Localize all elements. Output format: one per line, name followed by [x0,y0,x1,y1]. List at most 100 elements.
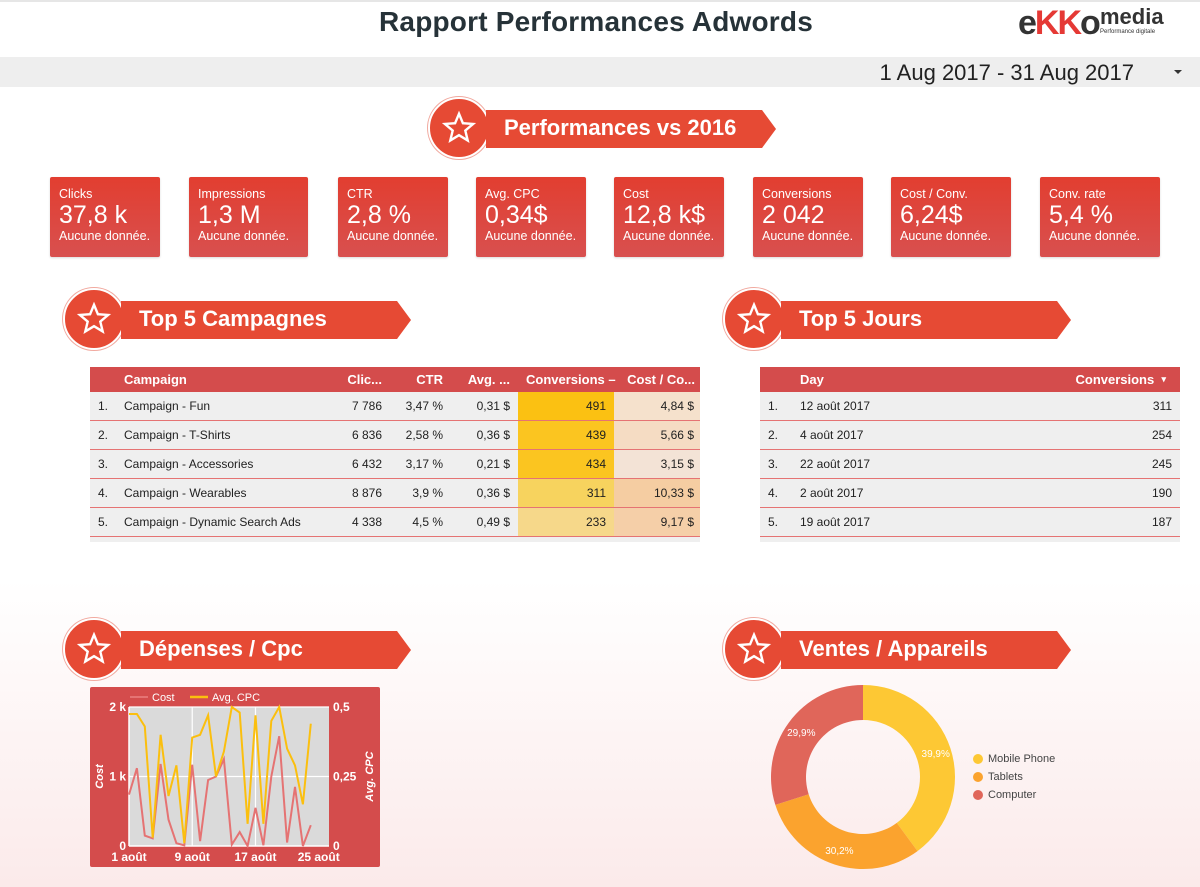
column-header-campaign[interactable]: Campaign [124,367,187,392]
kpi-card-impressions: Impressions 1,3 M Aucune donnée. [189,177,308,257]
ctr-value: 3,9 % [412,486,443,500]
y-tick-right: 0,25 [333,770,357,784]
kpi-card-ctr: CTR 2,8 % Aucune donnée. [338,177,448,257]
column-header-ctr[interactable]: CTR [390,367,443,392]
ctr-value: 2,58 % [405,428,443,442]
cost-per-conv-value: 4,84 $ [614,392,700,420]
kpi-comparison: Aucune donnée. [623,229,715,243]
section-banner-spend-cpc: Dépenses / Cpc [63,618,413,682]
table-row[interactable]: 3. 22 août 2017 245 [760,450,1180,479]
kpi-comparison: Aucune donnée. [762,229,854,243]
conversions-value: 254 [1151,428,1172,442]
dropdown-caret-icon[interactable] [1174,70,1182,74]
kpi-card-cost: Cost 12,8 k$ Aucune donnée. [614,177,724,257]
row-rank: 2. [98,428,109,442]
column-header-day[interactable]: Day [800,367,824,392]
devices-donut-chart: 39,9% 30,2% 29,9% [765,680,965,880]
star-icon [63,618,125,680]
conversions-value: 491 [518,392,614,420]
conversions-value: 439 [518,421,614,449]
day-value: 12 août 2017 [800,399,871,413]
donut-slice-mobile-phone[interactable] [863,685,955,852]
legend-item[interactable]: Computer [973,786,1055,804]
table-row[interactable]: 5. Campaign - Dynamic Search Ads 4 338 4,5 … [90,508,700,537]
avg-cpc-value: 0,49 $ [476,515,510,529]
table-footer [760,537,1180,542]
spend-cpc-chart: Cost Avg. CPC 0 1 k2 k 0 0,25 0,5 1 août 9 août 1… [90,687,380,867]
row-rank: 2. [768,428,779,442]
x-tick: 9 août [175,850,210,864]
kpi-value: 37,8 k [59,201,128,229]
conversions-value: 187 [1151,515,1172,529]
cost-per-conv-value: 10,33 $ [614,479,700,507]
clicks-value: 7 786 [351,399,382,413]
table-row[interactable]: 1. Campaign - Fun 7 786 3,47 % 0,31 $ 491 4,84… [90,392,700,421]
table-row[interactable]: 2. 4 août 2017 254 [760,421,1180,450]
kpi-comparison: Aucune donnée. [347,229,439,243]
kpi-value: 2 042 [762,201,825,229]
column-header-conversions[interactable]: Conversions ▾ [1060,367,1166,392]
kpi-comparison: Aucune donnée. [198,229,290,243]
column-header-conversions[interactable]: Conversions – [526,367,616,392]
campaign-name: Campaign - Fun [124,399,211,413]
table-row[interactable]: 4. 2 août 2017 190 [760,479,1180,508]
donut-slice-tablets[interactable] [775,794,918,869]
donut-slice-computer[interactable] [771,685,863,805]
row-rank: 4. [768,486,779,500]
table-row[interactable]: 3. Campaign - Accessories 6 432 3,17 % 0,21 … [90,450,700,479]
kpi-comparison: Aucune donnée. [485,229,577,243]
slice-label: 29,9% [787,728,815,739]
legend-label-cost: Cost [152,692,175,704]
page-title: Rapport Performances Adwords [379,6,813,37]
section-title: Performances vs 2016 [504,115,737,140]
day-value: 19 août 2017 [800,515,871,529]
legend-label-avg-cpc: Avg. CPC [212,692,260,704]
legend-label: Tablets [988,771,1023,783]
slice-label: 30,2% [825,846,853,857]
section-banner-sales-devices: Ventes / Appareils [723,618,1073,682]
table-footer [90,537,700,542]
row-rank: 1. [98,399,109,413]
campaign-name: Campaign - Wearables [124,486,247,500]
x-tick: 1 août [111,850,146,864]
conversions-value: 311 [1152,399,1172,413]
section-title: Top 5 Campagnes [139,306,327,331]
row-rank: 5. [98,515,109,529]
column-header-cost-per-conv[interactable]: Cost / Co... [615,367,695,392]
kpi-value: 6,24$ [900,201,963,229]
kpi-comparison: Aucune donnée. [59,229,151,243]
line-chart-svg: Cost Avg. CPC01 k2 k00,250,51 août 9 août 1… [94,692,376,864]
table-row[interactable]: 4. Campaign - Wearables 8 876 3,9 % 0,36 $ 31… [90,479,700,508]
row-rank: 1. [768,399,779,413]
logo-tagline: Performance digitale [1100,29,1156,35]
section-banner-top-campaigns: Top 5 Campagnes [63,288,413,352]
kpi-label: Clicks [59,187,93,201]
conversions-value: 233 [518,508,614,536]
campaign-name: Campaign - Dynamic Search Ads [124,515,301,529]
avg-cpc-value: 0,21 $ [476,457,510,471]
star-icon [723,618,785,680]
kpi-card-conv-rate: Conv. rate 5,4 % Aucune donnée. [1040,177,1160,257]
section-title: Top 5 Jours [799,306,923,331]
legend-item[interactable]: Tablets [973,768,1055,786]
kpi-value: 5,4 % [1049,201,1113,229]
column-header-clicks[interactable]: Clic... [330,367,382,392]
top-border [0,0,1200,2]
table-row[interactable]: 2. Campaign - T-Shirts 6 836 2,58 % 0,36 $ 43… [90,421,700,450]
conversions-value: 311 [518,479,614,507]
legend-label: Computer [988,789,1037,801]
row-rank: 5. [768,515,779,529]
table-row[interactable]: 5. 19 août 2017 187 [760,508,1180,537]
legend-item[interactable]: Mobile Phone [973,750,1055,768]
date-range-value[interactable]: 1 Aug 2017 - 31 Aug 2017 [880,60,1134,86]
table-row[interactable]: 1. 12 août 2017 311 [760,392,1180,421]
column-header-avg-cpc[interactable]: Avg. ... [450,367,510,392]
cost-per-conv-value: 3,15 $ [614,450,700,478]
date-range-control[interactable]: 1 Aug 2017 - 31 Aug 2017 [0,57,1200,87]
kpi-card-cost-per-conv: Cost / Conv. 6,24$ Aucune donnée. [891,177,1011,257]
sort-desc-icon[interactable]: ▾ [1161,374,1166,385]
campaign-name: Campaign - Accessories [124,457,254,471]
avg-cpc-value: 0,36 $ [476,486,510,500]
brand-logo: eKKo media Performance digitale [1018,6,1164,42]
day-value: 4 août 2017 [800,428,864,442]
